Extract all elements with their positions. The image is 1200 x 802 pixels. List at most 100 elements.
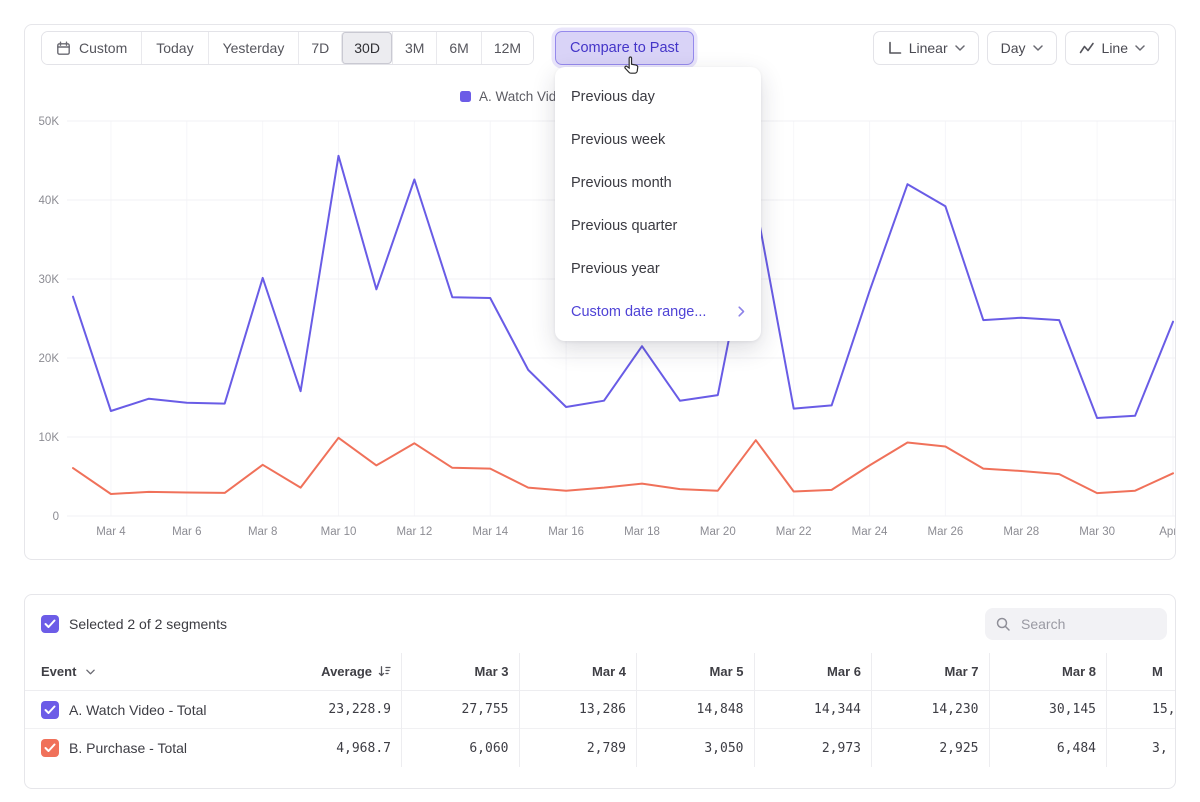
magnifier-icon (995, 616, 1011, 632)
checkmark-icon (44, 705, 56, 715)
chevron-down-icon (955, 45, 965, 51)
preset-6m-button[interactable]: 6M (436, 32, 480, 64)
date-column-header: Mar 8 (989, 664, 1107, 679)
svg-text:10K: 10K (39, 432, 60, 444)
preset-12m-button[interactable]: 12M (481, 32, 533, 64)
cell-value: 13,286 (519, 702, 637, 717)
column-divider (401, 653, 402, 767)
menu-item-previous-quarter[interactable]: Previous quarter (555, 204, 761, 247)
column-divider (871, 653, 872, 767)
svg-text:Mar 24: Mar 24 (852, 526, 888, 538)
column-divider (754, 653, 755, 767)
axes-icon (887, 41, 902, 56)
average-column-header[interactable]: Average (285, 664, 401, 679)
checkmark-icon (44, 743, 56, 753)
row-checkbox-purchase[interactable] (41, 739, 59, 757)
date-column-header-clipped: M (1106, 664, 1176, 679)
column-divider (989, 653, 990, 767)
svg-text:30K: 30K (39, 274, 60, 286)
yesterday-button[interactable]: Yesterday (208, 32, 299, 64)
svg-text:Mar 16: Mar 16 (548, 526, 584, 538)
table-row-purchase[interactable]: B. Purchase - Total 4,968.7 6,060 2,789 … (25, 729, 1175, 767)
event-header-label: Event (41, 664, 76, 679)
interval-label: Day (1001, 40, 1026, 56)
column-divider (1106, 653, 1107, 767)
date-column-header: Mar 6 (754, 664, 872, 679)
date-column-header: Mar 7 (871, 664, 989, 679)
chart-type-dropdown-button[interactable]: Line (1065, 31, 1159, 65)
compare-to-past-button[interactable]: Compare to Past (555, 31, 694, 65)
svg-text:Mar 30: Mar 30 (1079, 526, 1115, 538)
checkmark-icon (44, 619, 56, 629)
today-button[interactable]: Today (141, 32, 207, 64)
svg-text:50K: 50K (39, 116, 60, 128)
table-row-watch-video[interactable]: A. Watch Video - Total 23,228.9 27,755 1… (25, 691, 1175, 729)
cell-value: 2,789 (519, 741, 637, 756)
svg-text:Mar 22: Mar 22 (776, 526, 812, 538)
cell-value: 6,484 (989, 741, 1107, 756)
chart-line-purchase (73, 438, 1173, 494)
menu-item-previous-week[interactable]: Previous week (555, 118, 761, 161)
menu-item-previous-month[interactable]: Previous month (555, 161, 761, 204)
preset-30d-button[interactable]: 30D (341, 32, 392, 64)
cell-value: 30,145 (989, 702, 1107, 717)
chevron-right-icon (738, 306, 745, 317)
segments-header-row: Selected 2 of 2 segments (25, 595, 1175, 653)
chart-type-label: Line (1102, 40, 1128, 56)
column-divider (519, 653, 520, 767)
svg-text:40K: 40K (39, 195, 60, 207)
svg-text:20K: 20K (39, 353, 60, 365)
preset-3m-button[interactable]: 3M (392, 32, 436, 64)
chevron-down-icon (1033, 45, 1043, 51)
custom-range-label: Custom (79, 40, 127, 56)
search-box[interactable] (985, 608, 1167, 640)
cell-value-clipped: 3, (1106, 741, 1176, 756)
svg-text:Mar 18: Mar 18 (624, 526, 660, 538)
menu-item-previous-year[interactable]: Previous year (555, 247, 761, 290)
preset-7d-button[interactable]: 7D (298, 32, 341, 64)
select-all-checkbox[interactable] (41, 615, 59, 633)
cell-value: 2,925 (871, 741, 989, 756)
cell-value: 3,050 (636, 741, 754, 756)
row-checkbox-watch-video[interactable] (41, 701, 59, 719)
search-input[interactable] (1019, 615, 1157, 633)
column-divider (636, 653, 637, 767)
average-header-label: Average (321, 664, 372, 679)
chart-display-controls: Linear Day Line (873, 31, 1159, 65)
event-column-header[interactable]: Event (25, 664, 285, 679)
scale-dropdown-button[interactable]: Linear (873, 31, 979, 65)
cell-value: 2,973 (754, 741, 872, 756)
calendar-icon (56, 41, 71, 56)
svg-text:Mar 10: Mar 10 (321, 526, 357, 538)
svg-text:Mar 14: Mar 14 (472, 526, 508, 538)
row-label-purchase: B. Purchase - Total (69, 740, 187, 756)
chevron-down-icon (1135, 45, 1145, 51)
svg-text:Apr 1: Apr 1 (1159, 526, 1176, 538)
date-range-segmented-control: Custom Today Yesterday 7D 30D 3M 6M 12M (41, 31, 534, 65)
compare-to-past-label: Compare to Past (570, 40, 679, 56)
date-column-header: Mar 4 (519, 664, 637, 679)
compare-to-past-menu: Previous day Previous week Previous mont… (555, 67, 761, 341)
table-header-row: Event Average Mar 3 Mar 4 Mar 5 Mar 6 Ma… (25, 653, 1175, 691)
svg-text:Mar 4: Mar 4 (96, 526, 126, 538)
custom-range-button[interactable]: Custom (42, 32, 141, 64)
menu-item-custom-date-range[interactable]: Custom date range... (555, 290, 761, 333)
average-value: 4,968.7 (285, 741, 401, 756)
cell-value: 27,755 (401, 702, 519, 717)
svg-text:0: 0 (53, 511, 59, 523)
interval-dropdown-button[interactable]: Day (987, 31, 1057, 65)
svg-text:Mar 8: Mar 8 (248, 526, 277, 538)
custom-date-range-label: Custom date range... (571, 304, 706, 320)
legend-swatch-purple (460, 91, 471, 102)
row-label-watch-video: A. Watch Video - Total (69, 702, 206, 718)
cell-value-clipped: 15, (1106, 702, 1176, 717)
scale-label: Linear (909, 40, 948, 56)
cell-value: 14,344 (754, 702, 872, 717)
svg-text:Mar 26: Mar 26 (928, 526, 964, 538)
menu-item-previous-day[interactable]: Previous day (555, 75, 761, 118)
selected-segments-text: Selected 2 of 2 segments (69, 616, 227, 632)
chart-card: Custom Today Yesterday 7D 30D 3M 6M 12M … (24, 24, 1176, 560)
sort-descending-icon (378, 665, 391, 678)
cell-value: 14,848 (636, 702, 754, 717)
line-chart-icon (1079, 41, 1095, 55)
